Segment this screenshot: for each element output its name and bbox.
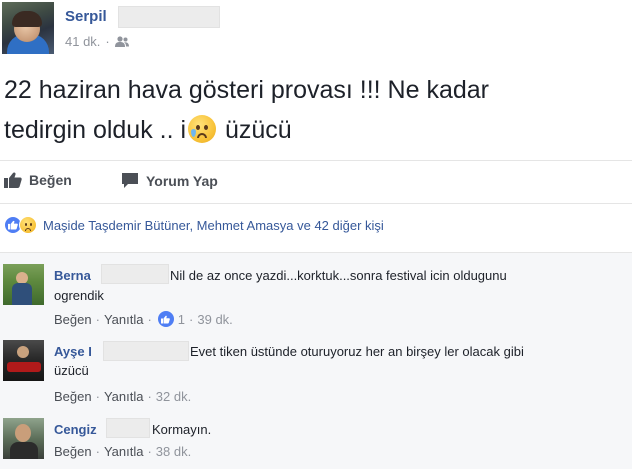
comment-actions: Beğen · Yanıtla · 1 · 39 dk. — [54, 311, 233, 327]
divider — [0, 160, 632, 161]
comment-text-cont: üzücü — [54, 363, 89, 378]
comment-item: Berna Nil de az once yazdi...korktuk...s… — [0, 262, 632, 334]
post-text: 22 haziran hava gösteri provası !!! Ne k… — [4, 70, 630, 150]
commenter-name[interactable]: Ayşe I — [54, 344, 92, 359]
author-avatar[interactable] — [2, 2, 54, 54]
post-header: Serpil 41 dk. · — [0, 0, 632, 60]
commenter-avatar[interactable] — [3, 340, 44, 381]
author-name[interactable]: Serpil — [65, 8, 107, 25]
comment-item: Ayşe I Evet tiken üstünde oturuyoruz her… — [0, 340, 632, 412]
comment-reply-link[interactable]: Yanıtla — [104, 444, 144, 459]
redacted-surname — [103, 341, 189, 361]
comment-item: Cengiz Kormayın. Beğen · Yanıtla · 38 dk… — [0, 416, 632, 466]
post-text-line-1: 22 haziran hava gösteri provası !!! Ne k… — [4, 76, 489, 104]
comment-text: Evet tiken üstünde oturuyoruz her an bir… — [190, 344, 524, 359]
divider — [0, 203, 632, 204]
like-label: Beğen — [29, 172, 72, 188]
redacted-surname — [106, 418, 150, 438]
like-button[interactable]: Beğen — [4, 172, 72, 188]
comment-time[interactable]: 32 dk. — [156, 389, 191, 404]
comment-like-count[interactable]: 1 — [178, 312, 185, 327]
comment-button[interactable]: Yorum Yap — [121, 172, 218, 189]
comment-time[interactable]: 38 dk. — [156, 444, 191, 459]
commenter-avatar[interactable] — [3, 418, 44, 459]
comment-text-cont: ogrendik — [54, 288, 104, 303]
comment-actions: Beğen · Yanıtla · 32 dk. — [54, 389, 192, 404]
redacted-surname — [101, 264, 169, 284]
redacted-surname — [118, 6, 220, 28]
friends-icon[interactable] — [114, 35, 129, 48]
sad-tear-emoji — [188, 115, 217, 143]
comment-time[interactable]: 39 dk. — [197, 312, 232, 327]
reactions-text[interactable]: Maşide Taşdemir Bütüner, Mehmet Amasya v… — [43, 218, 384, 233]
reactions-summary[interactable]: Maşide Taşdemir Bütüner, Mehmet Amasya v… — [4, 216, 384, 234]
commenter-name[interactable]: Berna — [54, 268, 91, 283]
commenter-name[interactable]: Cengiz — [54, 422, 97, 437]
post-meta: 41 dk. · — [65, 34, 129, 49]
meta-separator: · — [105, 34, 110, 49]
comment-like-link[interactable]: Beğen — [54, 444, 92, 459]
comment-like-link[interactable]: Beğen — [54, 389, 92, 404]
thumbs-up-icon — [4, 172, 22, 188]
post-time[interactable]: 41 dk. — [65, 34, 100, 49]
like-reaction-icon — [157, 311, 174, 327]
commenter-avatar[interactable] — [3, 264, 44, 305]
comment-text: Kormayın. — [152, 422, 212, 437]
comment-like-link[interactable]: Beğen — [54, 312, 92, 327]
comment-text: Nil de az once yazdi...korktuk...sonra f… — [170, 268, 507, 283]
comment-label: Yorum Yap — [146, 172, 218, 189]
post-text-line-2: tedirgin olduk .. i üzücü — [4, 115, 292, 144]
comment-actions: Beğen · Yanıtla · 38 dk. — [54, 444, 192, 459]
comment-reply-link[interactable]: Yanıtla — [104, 312, 144, 327]
comment-bubble-icon — [122, 173, 138, 188]
comment-reply-link[interactable]: Yanıtla — [104, 389, 144, 404]
sad-reaction-icon — [19, 216, 37, 234]
action-bar: Beğen Yorum Yap — [0, 166, 632, 198]
